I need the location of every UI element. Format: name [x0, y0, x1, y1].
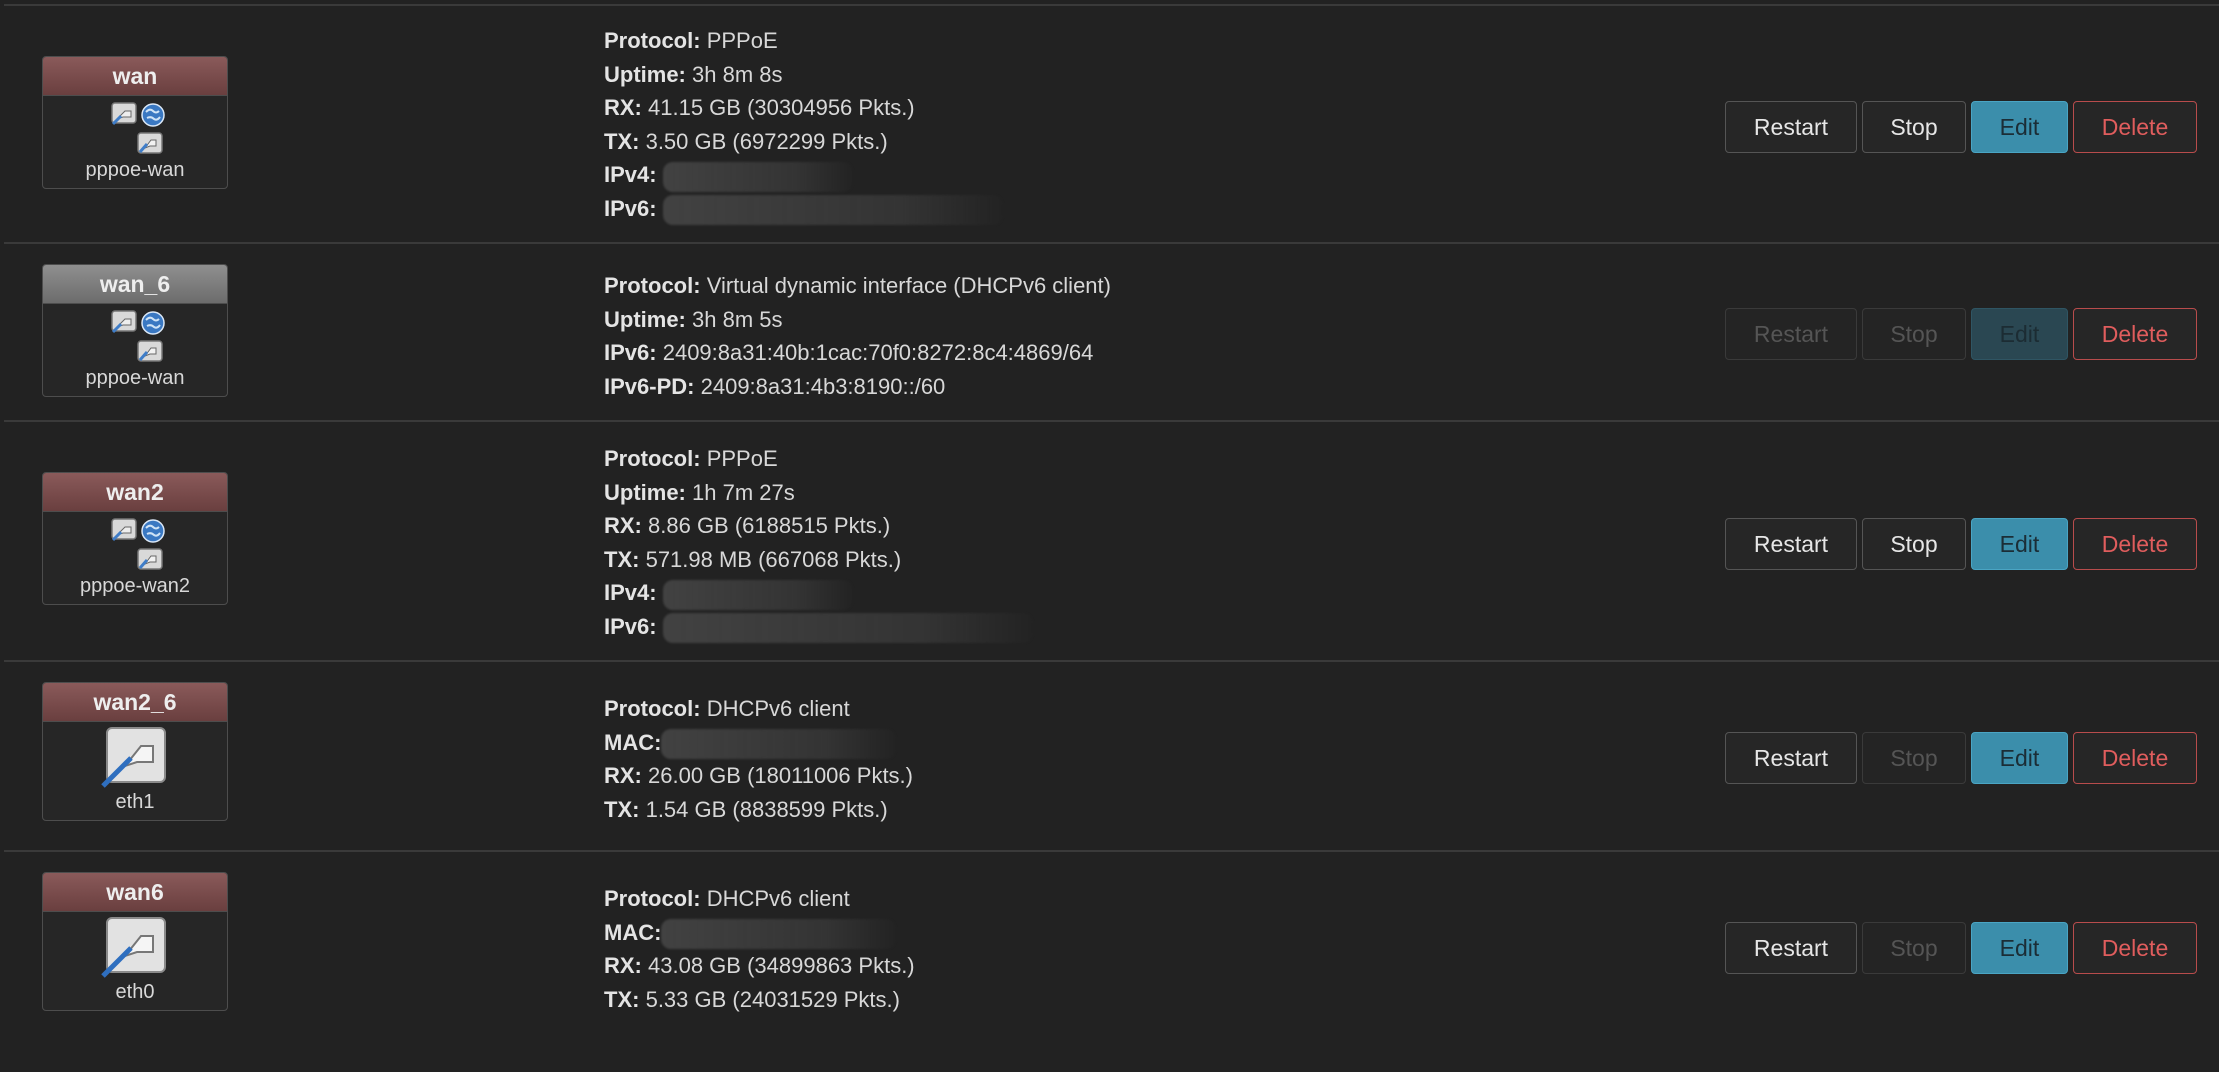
interface-name: wan2_6	[43, 683, 227, 722]
detail-protocol: Protocol: DHCPv6 client	[604, 886, 850, 911]
interface-row-wan2: wan2 pppoe-wan2 Protocol: PPPoE Uptime: …	[4, 420, 2219, 662]
badge-icons	[43, 722, 227, 790]
interface-details: Protocol: DHCPv6 client MAC: RX: 26.00 G…	[604, 692, 913, 826]
delete-button[interactable]: Delete	[2073, 922, 2197, 974]
interface-badge-wan: wan pppoe-wan	[42, 56, 228, 189]
interface-badge-wan2_6: wan2_6 eth1	[42, 682, 228, 821]
interface-name: wan2	[43, 473, 227, 512]
redacted-value	[662, 579, 853, 610]
detail-ipv4: IPv4:	[604, 158, 1003, 192]
interface-details: Protocol: Virtual dynamic interface (DHC…	[604, 269, 1111, 403]
detail-tx: TX: 3.50 GB (6972299 Pkts.)	[604, 128, 888, 154]
stop-button[interactable]: Stop	[1862, 732, 1966, 784]
ethernet-port-icon	[101, 727, 166, 788]
pppoe-device-icon	[111, 518, 137, 542]
stop-button[interactable]: Stop	[1862, 101, 1966, 153]
interface-list: wan pppoe-wan Protocol: PPPoE Uptime: 3h…	[0, 0, 2219, 1070]
detail-mac: MAC:	[604, 916, 915, 950]
restart-button[interactable]: Restart	[1725, 308, 1857, 360]
detail-tx: TX: 5.33 GB (24031529 Pkts.)	[604, 986, 900, 1012]
device-name: eth0	[115, 981, 155, 1003]
interface-row-wan6: wan6 eth0 Protocol: DHCPv6 client MAC: R…	[4, 850, 2219, 1072]
stop-button[interactable]: Stop	[1862, 922, 1966, 974]
detail-uptime: Uptime: 1h 7m 27s	[604, 479, 795, 505]
pppoe-device-icon	[111, 102, 137, 126]
interface-actions: Restart Stop Edit Delete	[1725, 101, 2197, 153]
edit-button[interactable]: Edit	[1971, 732, 2068, 784]
device-name: pppoe-wan2	[79, 575, 191, 597]
interface-name: wan_6	[43, 265, 227, 304]
ethernet-port-icon	[137, 132, 163, 154]
interface-details: Protocol: PPPoE Uptime: 3h 8m 8s RX: 41.…	[604, 24, 1003, 226]
edit-button[interactable]: Edit	[1971, 308, 2068, 360]
redacted-value	[662, 161, 853, 192]
delete-button[interactable]: Delete	[2073, 101, 2197, 153]
interface-actions: Restart Stop Edit Delete	[1725, 308, 2197, 360]
redacted-value	[661, 728, 897, 759]
ethernet-port-icon	[137, 340, 163, 362]
delete-button[interactable]: Delete	[2073, 308, 2197, 360]
detail-protocol: Protocol: Virtual dynamic interface (DHC…	[604, 273, 1111, 298]
badge-icons	[43, 912, 227, 980]
detail-ipv6-pd: IPv6-PD: 2409:8a31:4b3:8190::/60	[604, 373, 946, 399]
pppoe-device-icon	[111, 310, 137, 334]
interface-name: wan	[43, 57, 227, 96]
interface-details: Protocol: PPPoE Uptime: 1h 7m 27s RX: 8.…	[604, 442, 1033, 644]
detail-protocol: Protocol: PPPoE	[604, 446, 778, 471]
interface-row-wan_6: wan_6 pppoe-wan Protocol: Virtual dynami…	[4, 242, 2219, 422]
detail-protocol: Protocol: DHCPv6 client	[604, 696, 850, 721]
restart-button[interactable]: Restart	[1725, 922, 1857, 974]
interface-actions: Restart Stop Edit Delete	[1725, 732, 2197, 784]
detail-uptime: Uptime: 3h 8m 8s	[604, 61, 783, 87]
redacted-value	[662, 195, 1003, 226]
device-name: pppoe-wan	[85, 367, 185, 389]
edit-button[interactable]: Edit	[1971, 101, 2068, 153]
detail-protocol: Protocol: PPPoE	[604, 28, 778, 53]
detail-rx: RX: 43.08 GB (34899863 Pkts.)	[604, 953, 915, 979]
restart-button[interactable]: Restart	[1725, 101, 1857, 153]
edit-button[interactable]: Edit	[1971, 518, 2068, 570]
restart-button[interactable]: Restart	[1725, 518, 1857, 570]
detail-tx: TX: 1.54 GB (8838599 Pkts.)	[604, 796, 888, 822]
interface-row-wan2_6: wan2_6 eth1 Protocol: DHCPv6 client MAC:…	[4, 660, 2219, 852]
globe-icon	[141, 519, 165, 543]
interface-badge-wan6: wan6 eth0	[42, 872, 228, 1011]
badge-icons	[43, 512, 227, 574]
detail-ipv6: IPv6:	[604, 610, 1033, 644]
ethernet-port-icon	[137, 548, 163, 570]
delete-button[interactable]: Delete	[2073, 732, 2197, 784]
detail-rx: RX: 8.86 GB (6188515 Pkts.)	[604, 513, 891, 539]
badge-icons	[43, 96, 227, 158]
redacted-value	[661, 918, 897, 949]
detail-rx: RX: 26.00 GB (18011006 Pkts.)	[604, 763, 913, 789]
edit-button[interactable]: Edit	[1971, 922, 2068, 974]
globe-icon	[141, 311, 165, 335]
device-name: pppoe-wan	[85, 159, 185, 181]
detail-uptime: Uptime: 3h 8m 5s	[604, 306, 783, 332]
detail-rx: RX: 41.15 GB (30304956 Pkts.)	[604, 95, 915, 121]
detail-ipv4: IPv4:	[604, 576, 1033, 610]
badge-icons	[43, 304, 227, 366]
interface-badge-wan2: wan2 pppoe-wan2	[42, 472, 228, 605]
interface-badge-wan_6: wan_6 pppoe-wan	[42, 264, 228, 397]
detail-mac: MAC:	[604, 726, 913, 760]
stop-button[interactable]: Stop	[1862, 518, 1966, 570]
device-name: eth1	[115, 791, 155, 813]
interface-name: wan6	[43, 873, 227, 912]
delete-button[interactable]: Delete	[2073, 518, 2197, 570]
interface-actions: Restart Stop Edit Delete	[1725, 518, 2197, 570]
redacted-value	[662, 613, 1033, 644]
stop-button[interactable]: Stop	[1862, 308, 1966, 360]
interface-row-wan: wan pppoe-wan Protocol: PPPoE Uptime: 3h…	[4, 4, 2219, 244]
interface-details: Protocol: DHCPv6 client MAC: RX: 43.08 G…	[604, 882, 915, 1016]
ethernet-port-icon	[101, 917, 166, 978]
restart-button[interactable]: Restart	[1725, 732, 1857, 784]
interface-actions: Restart Stop Edit Delete	[1725, 922, 2197, 974]
detail-ipv6: IPv6:	[604, 192, 1003, 226]
detail-ipv6: IPv6: 2409:8a31:40b:1cac:70f0:8272:8c4:4…	[604, 340, 1094, 366]
detail-tx: TX: 571.98 MB (667068 Pkts.)	[604, 546, 902, 572]
globe-icon	[141, 103, 165, 127]
